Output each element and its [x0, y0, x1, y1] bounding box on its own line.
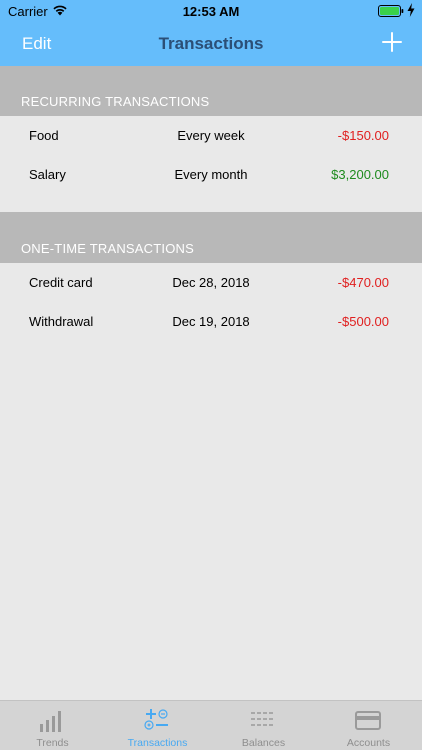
one-time-row-withdrawal[interactable]: Withdrawal Dec 19, 2018 -$500.00 — [0, 302, 422, 341]
card-icon — [355, 711, 381, 730]
transaction-frequency: Every week — [177, 128, 245, 143]
transaction-date: Dec 28, 2018 — [172, 275, 250, 290]
transaction-name: Food — [29, 128, 59, 143]
transaction-name: Withdrawal — [29, 314, 94, 329]
plus-icon[interactable] — [382, 32, 402, 52]
tab-balances[interactable]: Balances — [211, 701, 316, 750]
status-time: 12:53 AM — [182, 4, 240, 19]
tab-accounts[interactable]: Accounts — [316, 701, 421, 750]
tab-label: Balances — [241, 737, 286, 749]
transaction-name: Credit card — [29, 275, 93, 290]
top-bar: Carrier 12:53 AM Edit Transactions — [0, 0, 422, 66]
transaction-date: Dec 19, 2018 — [172, 314, 250, 329]
nav-bar: Edit Transactions — [0, 22, 422, 66]
transaction-name: Salary — [29, 167, 66, 182]
one-time-row-credit-card[interactable]: Credit card Dec 28, 2018 -$470.00 — [0, 263, 422, 302]
battery-icon — [378, 5, 404, 17]
tab-label: Trends — [36, 737, 69, 749]
edit-button[interactable]: Edit — [22, 34, 51, 54]
tab-bar: Trends Transactions Balances Accounts — [0, 700, 422, 750]
one-time-header-label: ONE-TIME TRANSACTIONS — [21, 241, 194, 256]
page-title: Transactions — [158, 34, 264, 53]
status-bar: Carrier 12:53 AM — [0, 0, 422, 22]
tab-label: Transactions — [127, 737, 188, 749]
list-icon — [251, 712, 275, 726]
one-time-section-header: ONE-TIME TRANSACTIONS — [0, 212, 422, 263]
tab-transactions[interactable]: Transactions — [105, 701, 210, 750]
plus-minus-icon — [144, 709, 168, 730]
transaction-amount: -$150.00 — [337, 128, 389, 143]
recurring-section-header: RECURRING TRANSACTIONS — [0, 66, 422, 116]
recurring-row-food[interactable]: Food Every week -$150.00 — [0, 116, 422, 155]
recurring-row-salary[interactable]: Salary Every month $3,200.00 — [0, 155, 422, 194]
tab-label: Accounts — [346, 737, 391, 749]
transaction-amount: -$500.00 — [337, 314, 389, 329]
charging-bolt-icon — [407, 3, 415, 17]
tab-trends[interactable]: Trends — [0, 701, 105, 750]
recurring-header-label: RECURRING TRANSACTIONS — [21, 94, 210, 109]
transaction-amount: -$470.00 — [337, 275, 389, 290]
transaction-amount: $3,200.00 — [331, 167, 389, 182]
transaction-frequency: Every month — [174, 167, 248, 182]
bar-chart-icon — [40, 711, 61, 732]
